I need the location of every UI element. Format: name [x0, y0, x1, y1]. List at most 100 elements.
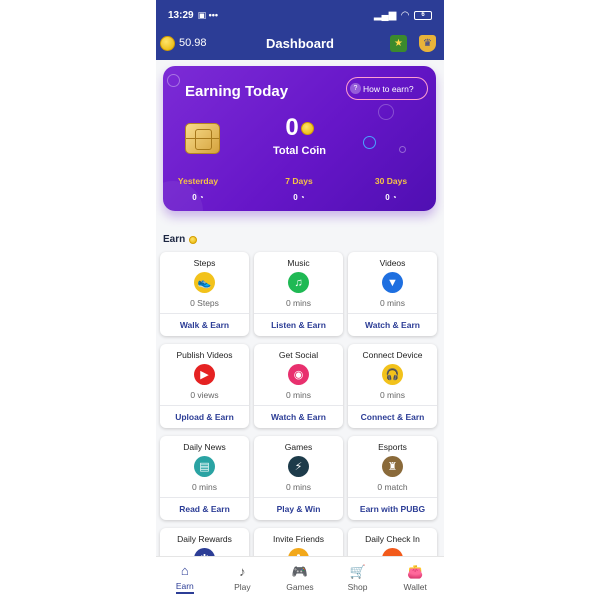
total-coin-label: Total Coin — [273, 145, 326, 157]
divider — [254, 405, 343, 406]
lightning-icon: ⚡ — [288, 456, 309, 477]
how-to-earn-button[interactable]: ? How to earn? — [346, 77, 428, 100]
badge-icon[interactable]: ★ — [390, 34, 407, 52]
earn-tile-connect-device[interactable]: Connect Device 🎧 0 mins Connect & Earn — [348, 344, 437, 428]
stat-label: 30 Days — [374, 176, 408, 186]
tile-count: 0 mins — [285, 390, 312, 400]
nav-item-play[interactable]: ♪ Play — [214, 557, 272, 600]
tile-name: Esports — [378, 442, 407, 452]
stat-label: Yesterday — [177, 176, 219, 186]
earn-tile-games[interactable]: Games ⚡ 0 mins Play & Win — [254, 436, 343, 520]
nav-item-shop[interactable]: 🛒 Shop — [329, 557, 387, 600]
earn-tile-music[interactable]: Music ♫ 0 mins Listen & Earn — [254, 252, 343, 336]
tile-name: Get Social — [278, 350, 319, 360]
notification-icons: ▣ ••• — [197, 9, 219, 20]
tile-action-button[interactable]: Walk & Earn — [160, 320, 249, 330]
header-actions: ★ ♛ — [390, 34, 436, 52]
earn-tile-publish-videos[interactable]: Publish Videos ▶ 0 views Upload & Earn — [160, 344, 249, 428]
tile-action-button[interactable]: Read & Earn — [160, 504, 249, 514]
instagram-icon: ◉ — [288, 364, 309, 385]
newspaper-icon: ▤ — [194, 456, 215, 477]
divider — [160, 313, 249, 314]
tile-name: Invite Friends — [272, 534, 325, 544]
tile-count: 0 mins — [379, 390, 406, 400]
tile-action-button[interactable]: Watch & Earn — [348, 320, 437, 330]
earn-tile-daily-news[interactable]: Daily News ▤ 0 mins Read & Earn — [160, 436, 249, 520]
divider — [348, 405, 437, 406]
cart-icon: 🛒 — [349, 564, 366, 579]
earn-tile-steps[interactable]: Steps 👟 0 Steps Walk & Earn — [160, 252, 249, 336]
tile-count: 0 mins — [191, 482, 218, 492]
tile-count: 0 views — [190, 390, 219, 400]
stat-7-days: 7 Days 0 ◔ — [264, 176, 334, 202]
tile-action-button[interactable]: Play & Win — [254, 504, 343, 514]
battery-icon: 6 — [414, 10, 432, 20]
tile-name: Daily News — [183, 442, 226, 452]
coin-icon — [300, 122, 314, 136]
nav-label: Shop — [347, 582, 368, 592]
wallet-icon: 👛 — [407, 564, 424, 579]
tile-name: Connect Device — [362, 350, 423, 360]
youtube-icon: ▶ — [194, 364, 215, 385]
pubg-icon: ♜ — [382, 456, 403, 477]
divider — [348, 313, 437, 314]
tile-name: Videos — [379, 258, 406, 268]
tile-name: Steps — [193, 258, 216, 268]
nav-label: Games — [286, 582, 314, 592]
nav-item-earn[interactable]: ⌂ Earn — [156, 557, 214, 600]
tile-name: Daily Check In — [365, 534, 420, 544]
music-icon: ♫ — [288, 272, 309, 293]
stat-value: 0 ◔ — [293, 193, 305, 202]
sneaker-icon: 👟 — [194, 272, 215, 293]
stat-value: 0 ◔ — [192, 193, 204, 202]
nav-label: Earn — [175, 581, 194, 594]
nav-label: Wallet — [403, 582, 427, 592]
nav-label: Play — [234, 582, 251, 592]
tile-count: 0 mins — [285, 482, 312, 492]
section-title: Earn — [163, 234, 186, 245]
tile-name: Publish Videos — [176, 350, 233, 360]
status-right: ▂▄▆ ◠ 6 — [374, 10, 432, 21]
tile-count: 0 mins — [285, 298, 312, 308]
help-icon: ? — [350, 83, 361, 94]
app-header: 13:29 ▣ ••• ▂▄▆ ◠ 6 50.98 Dashboard ★ ♛ — [156, 0, 444, 60]
decor-bubble — [167, 74, 180, 87]
tile-name: Daily Rewards — [177, 534, 232, 544]
earn-tile-get-social[interactable]: Get Social ◉ 0 mins Watch & Earn — [254, 344, 343, 428]
tile-action-button[interactable]: Upload & Earn — [160, 412, 249, 422]
earning-card: Earning Today ? How to earn? 0 Total Coi… — [163, 66, 436, 211]
tile-action-button[interactable]: Watch & Earn — [254, 412, 343, 422]
header-bar: 50.98 Dashboard ★ ♛ — [156, 28, 444, 58]
tile-action-button[interactable]: Earn with PUBG — [348, 504, 437, 514]
video-icon: ▼ — [382, 272, 403, 293]
phone-screen: 13:29 ▣ ••• ▂▄▆ ◠ 6 50.98 Dashboard ★ ♛ — [156, 0, 444, 600]
status-time: 13:29 — [168, 9, 194, 21]
stat-30-days: 30 Days 0 ◔ — [356, 176, 426, 202]
coin-icon — [189, 235, 198, 244]
tile-count: 0 Steps — [190, 298, 219, 308]
music-note-icon: ♪ — [239, 564, 246, 579]
tile-count: 0 match — [377, 482, 408, 492]
earn-tile-esports[interactable]: Esports ♜ 0 match Earn with PUBG — [348, 436, 437, 520]
bottom-nav: ⌂ Earn ♪ Play 🎮 Games 🛒 Shop 👛 Wallet — [156, 556, 444, 600]
home-icon: ⌂ — [180, 562, 189, 578]
divider — [160, 497, 249, 498]
earn-section-title: Earn — [163, 234, 198, 245]
nav-item-wallet[interactable]: 👛 Wallet — [386, 557, 444, 600]
wifi-icon: ◠ — [401, 9, 409, 21]
tile-count: 0 mins — [379, 298, 406, 308]
stat-yesterday: Yesterday 0 ◔ — [163, 176, 233, 202]
tile-action-button[interactable]: Connect & Earn — [348, 412, 437, 422]
divider — [348, 497, 437, 498]
nav-item-games[interactable]: 🎮 Games — [271, 557, 329, 600]
card-title: Earning Today — [185, 83, 289, 100]
stat-label: 7 Days — [285, 176, 313, 186]
shield-icon[interactable]: ♛ — [419, 34, 436, 52]
status-bar: 13:29 ▣ ••• ▂▄▆ ◠ 6 — [168, 8, 432, 22]
tile-action-button[interactable]: Listen & Earn — [254, 320, 343, 330]
earn-tile-videos[interactable]: Videos ▼ 0 mins Watch & Earn — [348, 252, 437, 336]
total-coin-number: 0 — [285, 114, 299, 141]
stat-value: 0 ◔ — [385, 193, 397, 202]
divider — [254, 313, 343, 314]
tile-name: Music — [287, 258, 310, 268]
